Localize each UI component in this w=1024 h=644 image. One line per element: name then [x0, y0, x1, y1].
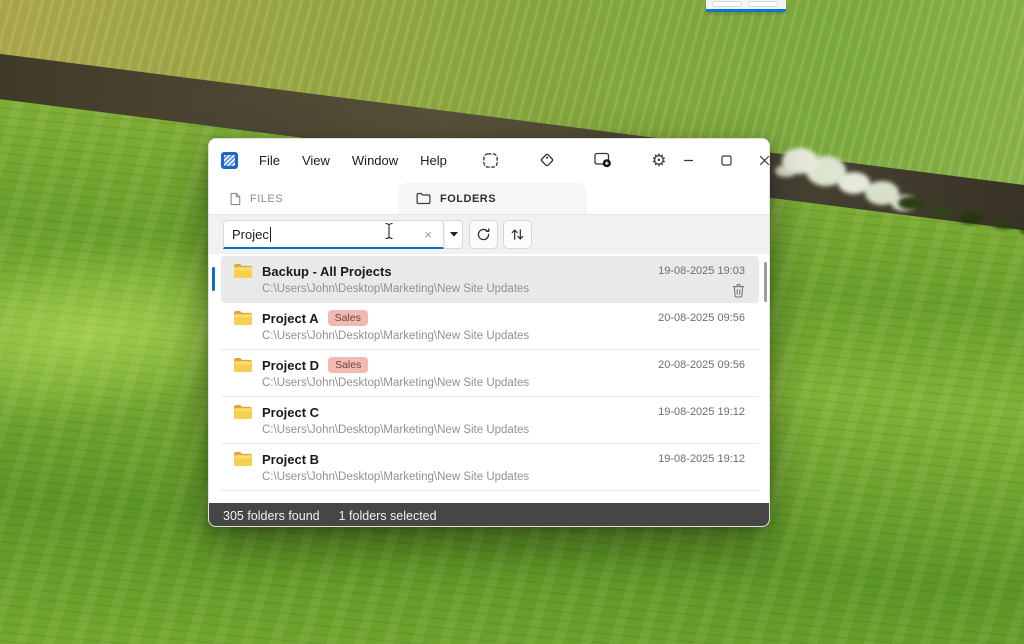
- trash-icon[interactable]: [732, 283, 745, 303]
- search-input-value: Projec: [232, 227, 269, 242]
- folder-path: C:\Users\John\Desktop\Marketing\New Site…: [262, 377, 529, 389]
- refresh-icon[interactable]: [469, 220, 498, 249]
- folder-date: 19-08-2025 19:12: [658, 453, 745, 465]
- folder-name: Project C: [262, 405, 319, 420]
- menu-bar: FileViewWindowHelp: [248, 148, 458, 173]
- close-icon[interactable]: [746, 145, 770, 175]
- tab-folders[interactable]: FOLDERS: [398, 183, 587, 214]
- list-item[interactable]: Project A Sales C:\Users\John\Desktop\Ma…: [221, 303, 759, 350]
- menu-item-window[interactable]: Window: [341, 148, 409, 173]
- folder-date: 20-08-2025 09:56: [658, 359, 745, 371]
- list-item[interactable]: Project C C:\Users\John\Desktop\Marketin…: [221, 397, 759, 444]
- app-logo-icon: [221, 152, 238, 169]
- list-item[interactable]: Backup - All Projects C:\Users\John\Desk…: [221, 256, 759, 303]
- dropdown-arrow-icon[interactable]: [445, 220, 463, 249]
- tag-icon[interactable]: [536, 149, 558, 171]
- selection-indicator: [212, 267, 215, 291]
- list-item[interactable]: Project D Sales C:\Users\John\Desktop\Ma…: [221, 350, 759, 397]
- tab-files-label: FILES: [250, 193, 283, 205]
- folder-path: C:\Users\John\Desktop\Marketing\New Site…: [262, 424, 529, 436]
- offscreen-window-button: [712, 1, 742, 7]
- folder-date: 19-08-2025 19:03: [658, 265, 745, 277]
- offscreen-window-button: [748, 1, 778, 7]
- folder-path: C:\Users\John\Desktop\Marketing\New Site…: [262, 283, 529, 295]
- file-icon: [229, 192, 241, 206]
- window-controls: [670, 139, 770, 181]
- offscreen-window-edge: [706, 0, 786, 12]
- scrollbar[interactable]: [764, 262, 767, 302]
- settings-gear-icon[interactable]: ⚙: [648, 149, 670, 171]
- tag-badge: Sales: [328, 310, 368, 326]
- menu-item-help[interactable]: Help: [409, 148, 458, 173]
- title-bar: FileViewWindowHelp ⚙: [209, 139, 769, 181]
- folder-name: Project D: [262, 358, 319, 373]
- tab-files[interactable]: FILES: [211, 183, 301, 214]
- wallpaper-shrubs: [898, 196, 924, 210]
- status-found: 305 folders found: [223, 509, 320, 523]
- folder-icon: [416, 192, 431, 205]
- list-item[interactable]: Project B C:\Users\John\Desktop\Marketin…: [221, 444, 759, 491]
- tab-folders-label: FOLDERS: [440, 193, 496, 205]
- desktop-wallpaper: FileViewWindowHelp ⚙: [0, 0, 1024, 644]
- folder-name: Backup - All Projects: [262, 264, 392, 279]
- toolbar: ⚙: [480, 149, 670, 171]
- status-selected: 1 folders selected: [339, 509, 437, 523]
- scan-icon[interactable]: [480, 149, 502, 171]
- new-window-icon[interactable]: [592, 149, 614, 171]
- tag-badge: Sales: [328, 357, 368, 373]
- folder-date: 19-08-2025 19:12: [658, 406, 745, 418]
- app-window: FileViewWindowHelp ⚙: [208, 138, 770, 527]
- status-bar: 305 folders found 1 folders selected: [209, 503, 769, 527]
- search-toolbar: Projec ×: [209, 214, 769, 254]
- maximize-icon[interactable]: [708, 145, 746, 175]
- folder-path: C:\Users\John\Desktop\Marketing\New Site…: [262, 471, 529, 483]
- wallpaper-blossom-trees: [782, 148, 818, 174]
- minimize-icon[interactable]: [670, 145, 708, 175]
- sort-icon[interactable]: [503, 220, 532, 249]
- tab-bar: FILES FOLDERS: [209, 181, 769, 214]
- menu-item-file[interactable]: File: [248, 148, 291, 173]
- folder-icon: [233, 310, 253, 326]
- menu-item-view[interactable]: View: [291, 148, 341, 173]
- folder-name: Project B: [262, 452, 319, 467]
- clear-icon[interactable]: ×: [421, 226, 435, 243]
- folder-list: Backup - All Projects C:\Users\John\Desk…: [209, 254, 769, 503]
- search-input[interactable]: Projec ×: [223, 220, 444, 249]
- folder-date: 20-08-2025 09:56: [658, 312, 745, 324]
- folder-icon: [233, 451, 253, 467]
- folder-icon: [233, 357, 253, 373]
- folder-icon: [233, 263, 253, 279]
- folder-path: C:\Users\John\Desktop\Marketing\New Site…: [262, 330, 529, 342]
- folder-icon: [233, 404, 253, 420]
- text-caret: [270, 227, 271, 242]
- folder-name: Project A: [262, 311, 319, 326]
- text-cursor-icon: [384, 222, 394, 245]
